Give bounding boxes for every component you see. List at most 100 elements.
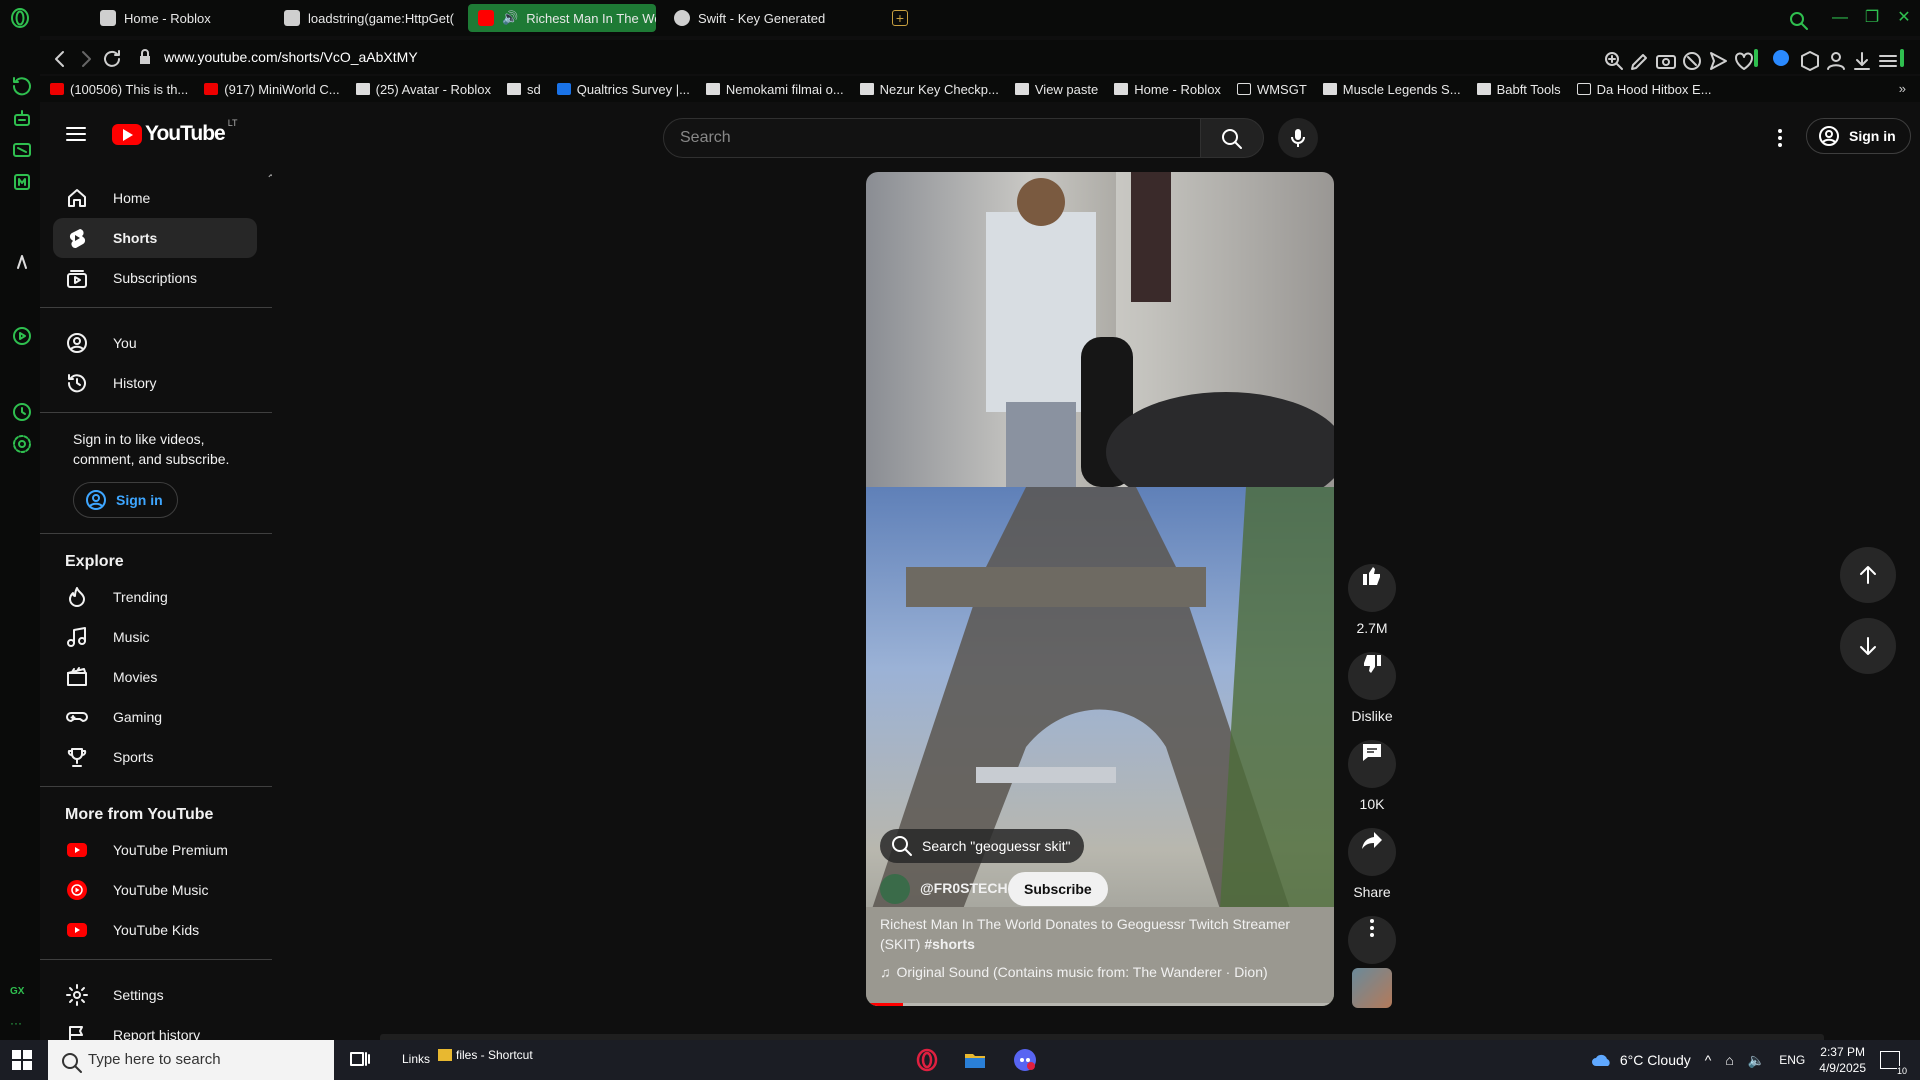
guide-item-settings[interactable]: Settings — [53, 975, 257, 1015]
send-icon[interactable] — [1706, 49, 1727, 70]
guide-item-youtube-music[interactable]: YouTube Music — [53, 870, 257, 910]
tab-home-roblox[interactable]: Home - Roblox — [90, 4, 280, 32]
shorts-player[interactable]: Search "geoguessr skit" @FR0STECH Subscr… — [866, 172, 1334, 1006]
bookmark-folder[interactable]: WMSGT — [1236, 82, 1307, 97]
more-bookmarks-icon[interactable]: » — [1899, 81, 1906, 96]
search-button[interactable] — [1200, 118, 1264, 158]
dislike-button[interactable] — [1348, 652, 1396, 700]
bookmark[interactable]: Muscle Legends S... — [1322, 82, 1461, 97]
back-icon[interactable] — [48, 47, 68, 67]
gx-icon[interactable]: GX — [10, 986, 30, 1006]
bookmark[interactable]: Babft Tools — [1476, 82, 1561, 97]
guide-item-you[interactable]: You — [53, 323, 257, 363]
zoom-icon[interactable] — [1602, 49, 1623, 70]
bookmark[interactable]: View paste — [1014, 82, 1098, 97]
bookmark[interactable]: Nezur Key Checkp... — [859, 82, 999, 97]
search-input[interactable]: Search — [663, 118, 1203, 158]
maximize-button[interactable]: ❐ — [1860, 6, 1884, 30]
tiktok-icon[interactable] — [10, 250, 30, 270]
opera-gx-taskbar-icon[interactable] — [915, 1048, 939, 1072]
bookmark[interactable]: (100506) This is th... — [50, 82, 188, 97]
guide-item-history[interactable]: History — [53, 363, 257, 403]
history-icon[interactable] — [10, 400, 31, 421]
new-tab-button[interactable]: + — [892, 10, 908, 26]
lock-icon[interactable] — [138, 47, 152, 67]
camera-icon[interactable] — [1654, 49, 1676, 69]
file-explorer-icon[interactable] — [963, 1048, 987, 1072]
like-action[interactable]: 2.7M — [1348, 552, 1396, 636]
messenger-icon[interactable] — [10, 170, 30, 190]
bookmark[interactable]: (25) Avatar - Roblox — [355, 82, 491, 97]
guide-item-youtube-premium[interactable]: YouTube Premium — [53, 830, 257, 870]
volume-icon[interactable]: 🔈 — [1748, 1052, 1765, 1069]
bookmark[interactable]: Nemokami filmai o... — [705, 82, 844, 97]
sign-in-button[interactable]: Sign in — [1806, 118, 1911, 154]
forward-icon[interactable] — [74, 47, 94, 67]
hashtag-link[interactable]: #shorts — [924, 936, 975, 952]
links-toolbar[interactable]: Links — [402, 1052, 430, 1066]
language-indicator[interactable]: ENG — [1779, 1053, 1805, 1067]
guide-item-shorts[interactable]: Shorts — [53, 218, 257, 258]
player-icon[interactable] — [10, 324, 31, 345]
sound-link[interactable]: ♫ Original Sound (Contains music from: T… — [880, 964, 1268, 980]
tab-loadstring[interactable]: loadstring(game:HttpGet( — [274, 4, 496, 32]
wallet-icon[interactable] — [10, 138, 31, 158]
clock[interactable]: 2:37 PM 4/9/2025 — [1819, 1044, 1866, 1076]
speaker-icon[interactable]: 🔊 — [502, 10, 518, 26]
settings-icon[interactable] — [10, 432, 31, 453]
network-icon[interactable]: ⌂ — [1725, 1052, 1733, 1068]
comments-button[interactable] — [1348, 740, 1396, 788]
bookmark[interactable]: Home - Roblox — [1114, 82, 1221, 97]
vpn-icon[interactable] — [1772, 49, 1790, 67]
more-action[interactable] — [1348, 904, 1396, 964]
youtube-logo[interactable]: YouTube LT — [112, 118, 238, 146]
guide-item-sports[interactable]: Sports — [53, 737, 257, 777]
sound-thumbnail[interactable] — [1352, 968, 1392, 1008]
voice-search-button[interactable] — [1278, 118, 1318, 158]
guide-item-report-history[interactable]: Report history — [53, 1015, 257, 1040]
cube-icon[interactable] — [1798, 49, 1819, 71]
minimize-button[interactable]: — — [1828, 6, 1852, 30]
next-short-button[interactable] — [1840, 618, 1896, 674]
guide-item-subscriptions[interactable]: Subscriptions — [53, 258, 257, 298]
easy-setup-icon[interactable] — [1876, 49, 1897, 67]
tab-swift[interactable]: Swift - Key Generated — [664, 4, 884, 32]
url-field[interactable]: www.youtube.com/shorts/VcO_aAbXtMY — [164, 49, 418, 65]
files-shortcut[interactable]: files - Shortcut — [438, 1048, 533, 1062]
edit-icon[interactable] — [1628, 49, 1647, 70]
windows-start-icon[interactable] — [12, 1050, 32, 1070]
task-view-icon[interactable] — [348, 1048, 372, 1072]
download-icon[interactable] — [1850, 49, 1870, 70]
bookmark[interactable]: Da Hood Hitbox E... — [1576, 82, 1712, 97]
weather-widget[interactable]: 6°C Cloudy — [1590, 1052, 1691, 1068]
channel-name[interactable]: @FR0STECH — [920, 880, 1008, 896]
share-action[interactable]: Share — [1348, 816, 1396, 900]
guide-item-movies[interactable]: Movies — [53, 657, 257, 697]
bookmark[interactable]: (917) MiniWorld C... — [204, 82, 340, 97]
guide-item-youtube-kids[interactable]: YouTube Kids — [53, 910, 257, 950]
more-icon[interactable]: ··· — [10, 1016, 30, 1036]
reload-icon[interactable] — [100, 47, 120, 67]
chevron-up-icon[interactable]: ⌃ — [266, 172, 272, 186]
dislike-action[interactable]: Dislike — [1348, 640, 1396, 724]
channel-avatar[interactable] — [880, 874, 910, 904]
like-button[interactable] — [1348, 564, 1396, 612]
settings-more-icon[interactable] — [1768, 126, 1792, 150]
block-icon[interactable] — [1680, 49, 1701, 70]
bookmark[interactable]: sd — [506, 82, 541, 97]
close-button[interactable]: ✕ — [1892, 6, 1916, 30]
previous-short-button[interactable] — [1840, 547, 1896, 603]
chevron-up-icon[interactable]: ^ — [1705, 1052, 1712, 1068]
opera-logo-icon[interactable] — [10, 8, 30, 28]
tab-youtube-short[interactable]: 🔊 Richest Man In The Wo — [468, 4, 656, 32]
comments-action[interactable]: 10K — [1348, 728, 1396, 812]
guide-item-gaming[interactable]: Gaming — [53, 697, 257, 737]
guide-item-trending[interactable]: Trending — [53, 577, 257, 617]
subscribe-button[interactable]: Subscribe — [1008, 872, 1108, 906]
discord-icon[interactable] — [1013, 1048, 1037, 1072]
notification-icon[interactable]: 10 — [1880, 1051, 1907, 1076]
bookmark[interactable]: Qualtrics Survey |... — [556, 82, 690, 97]
guide-sign-in-button[interactable]: Sign in — [73, 482, 178, 518]
guide-item-music[interactable]: Music — [53, 617, 257, 657]
more-options-button[interactable] — [1348, 916, 1396, 964]
